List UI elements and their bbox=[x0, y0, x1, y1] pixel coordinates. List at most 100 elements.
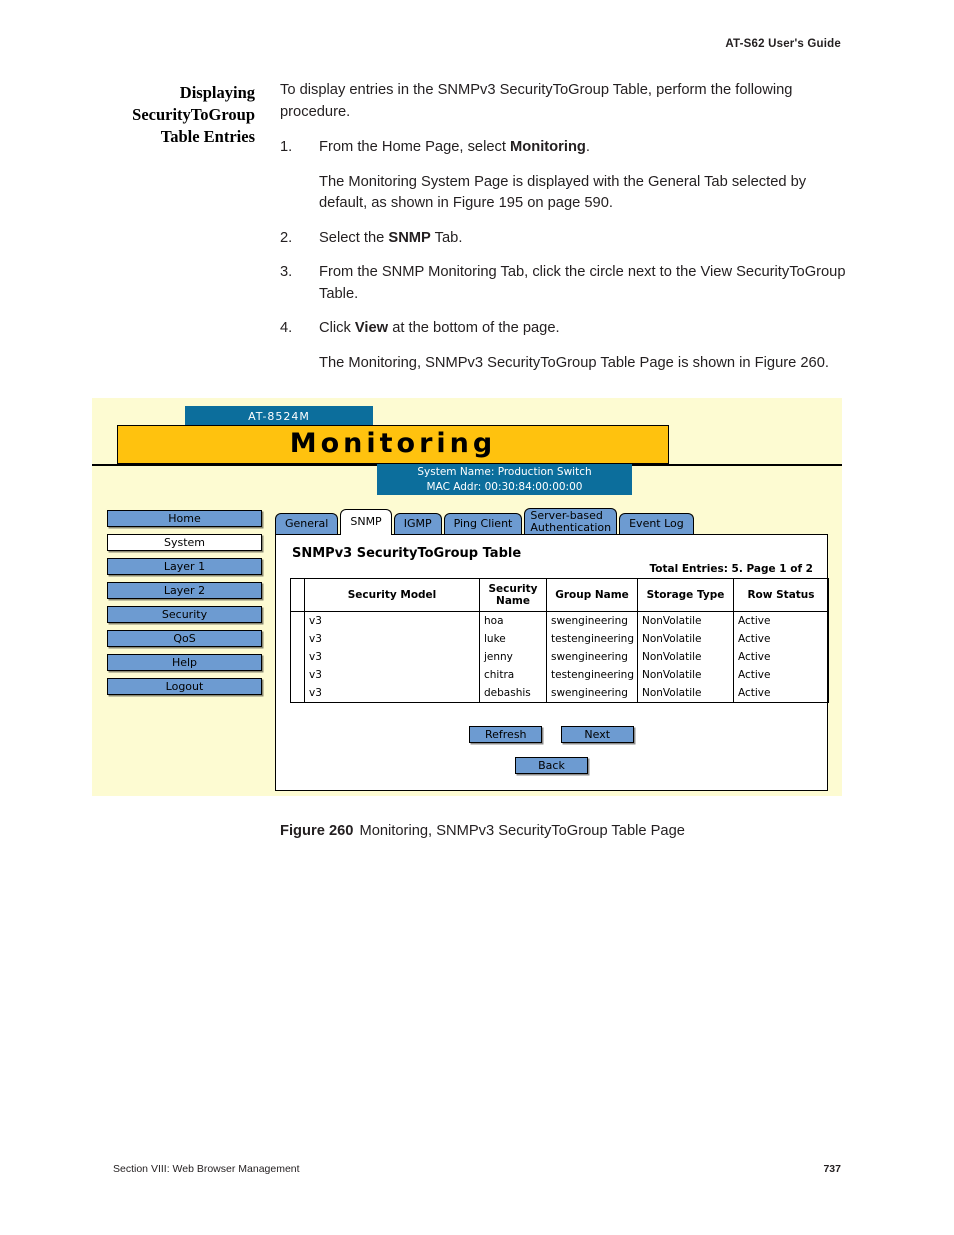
side-heading-line-1: Displaying bbox=[179, 83, 255, 102]
back-button[interactable]: Back bbox=[515, 757, 588, 774]
tab-ping-client[interactable]: Ping Client bbox=[443, 513, 523, 535]
cell-security-model: v3 bbox=[304, 630, 480, 648]
cell-group-name: swengineering bbox=[546, 648, 638, 666]
step-2-number: 2. bbox=[280, 229, 293, 246]
sidebar-item-home[interactable]: Home bbox=[107, 510, 262, 527]
footer-section-label: Section VIII: Web Browser Management bbox=[113, 1163, 300, 1175]
cell-group-name: swengineering bbox=[546, 684, 638, 703]
step-1: 1. From the Home Page, select Monitoring… bbox=[280, 137, 850, 159]
step-1-bold: Monitoring bbox=[510, 139, 586, 155]
sidebar-nav: Home System Layer 1 Layer 2 Security QoS… bbox=[107, 510, 262, 702]
cell-storage-type: NonVolatile bbox=[637, 666, 734, 684]
panel-title: SNMPv3 SecurityToGroup Table bbox=[292, 546, 522, 561]
secondary-button-row: Back bbox=[290, 756, 813, 774]
cell-security-name: luke bbox=[479, 630, 547, 648]
tab-panel-area: General SNMP IGMP Ping Client Server-bas… bbox=[275, 508, 829, 791]
cell-security-name: chitra bbox=[479, 666, 547, 684]
app-title-text: Monitoring bbox=[289, 428, 497, 459]
step-3-number: 3. bbox=[280, 264, 293, 280]
table-row[interactable]: v3 chitra testengineering NonVolatile Ac… bbox=[290, 666, 829, 684]
refresh-button[interactable]: Refresh bbox=[469, 726, 543, 743]
security-to-group-table: Security Model Security Name Group Name … bbox=[290, 578, 829, 703]
column-header-row-status: Row Status bbox=[733, 578, 829, 612]
table-row[interactable]: v3 debashis swengineering NonVolatile Ac… bbox=[290, 684, 829, 703]
cell-security-model: v3 bbox=[304, 648, 480, 666]
cell-row-status: Active bbox=[733, 611, 829, 630]
column-header-storage-type: Storage Type bbox=[637, 578, 734, 612]
cell-storage-type: NonVolatile bbox=[637, 648, 734, 666]
cell-security-name: hoa bbox=[479, 611, 547, 630]
primary-button-row: Refresh Next bbox=[290, 725, 813, 743]
side-heading-line-3: Table Entries bbox=[160, 127, 255, 146]
sidebar-item-help[interactable]: Help bbox=[107, 654, 262, 671]
cell-row-status: Active bbox=[733, 684, 829, 703]
step-3-text: From the SNMP Monitoring Tab, click the … bbox=[319, 264, 846, 302]
tab-server-based-authentication[interactable]: Server-based Authentication bbox=[524, 508, 618, 535]
step-4-number: 4. bbox=[280, 320, 293, 336]
total-entries-text: Total Entries: 5. Page 1 of 2 bbox=[649, 563, 813, 575]
figure-caption-text: Monitoring, SNMPv3 SecurityToGroup Table… bbox=[359, 823, 685, 839]
column-header-group-name: Group Name bbox=[546, 578, 638, 612]
sidebar-item-layer-2[interactable]: Layer 2 bbox=[107, 582, 262, 599]
tab-igmp[interactable]: IGMP bbox=[393, 513, 442, 535]
figure-caption: Figure 260 Monitoring, SNMPv3 SecurityToG… bbox=[280, 823, 880, 839]
step-4: 4. Click View at the bottom of the page. bbox=[280, 318, 850, 340]
cell-select[interactable] bbox=[290, 630, 305, 648]
step-4-text-after: at the bottom of the page. bbox=[388, 320, 560, 336]
cell-security-name: jenny bbox=[479, 648, 547, 666]
sidebar-item-system[interactable]: System bbox=[107, 534, 262, 551]
table-row[interactable]: v3 hoa swengineering NonVolatile Active bbox=[290, 611, 829, 630]
cell-row-status: Active bbox=[733, 630, 829, 648]
next-button[interactable]: Next bbox=[560, 726, 634, 743]
app-title-banner: Monitoring bbox=[117, 425, 669, 464]
cell-security-model: v3 bbox=[304, 611, 480, 630]
table-row[interactable]: v3 luke testengineering NonVolatile Acti… bbox=[290, 630, 829, 648]
tab-general[interactable]: General bbox=[275, 513, 339, 535]
cell-row-status: Active bbox=[733, 666, 829, 684]
cell-storage-type: NonVolatile bbox=[637, 630, 734, 648]
column-header-security-model: Security Model bbox=[304, 578, 480, 612]
step-1-text-after: . bbox=[585, 139, 590, 155]
intro-line-1: To display entries in the SNMPv3 Securit… bbox=[280, 82, 732, 98]
intro-paragraph: To display entries in the SNMPv3 Securit… bbox=[280, 80, 850, 123]
body-column: To display entries in the SNMPv3 Securit… bbox=[280, 80, 850, 387]
cell-row-status: Active bbox=[733, 648, 829, 666]
device-model-tab: AT-8524M bbox=[185, 406, 373, 427]
figure-caption-label: Figure 260 bbox=[280, 823, 354, 839]
column-header-select bbox=[290, 578, 305, 612]
side-heading-line-2: SecurityToGroup bbox=[132, 105, 255, 124]
sidebar-item-logout[interactable]: Logout bbox=[107, 678, 262, 695]
step-1-number: 1. bbox=[280, 139, 293, 155]
step-2-text: Select the bbox=[319, 229, 389, 246]
step-3: 3. From the SNMP Monitoring Tab, click t… bbox=[280, 262, 850, 305]
step-2-text-after: Tab. bbox=[430, 229, 463, 246]
cell-security-model: v3 bbox=[304, 684, 480, 703]
step-1-result: The Monitoring System Page is displayed … bbox=[319, 173, 807, 212]
column-header-security-name: Security Name bbox=[479, 578, 547, 612]
cell-select[interactable] bbox=[290, 611, 305, 630]
step-2: 2. Select the SNMP Tab. bbox=[280, 228, 850, 250]
sidebar-item-layer-1[interactable]: Layer 1 bbox=[107, 558, 262, 575]
tab-bar: General SNMP IGMP Ping Client Server-bas… bbox=[275, 508, 828, 535]
content-panel: SNMPv3 SecurityToGroup Table Total Entri… bbox=[275, 534, 829, 791]
tab-server-based-line-2: Authentication bbox=[530, 521, 612, 534]
table-header-row: Security Model Security Name Group Name … bbox=[290, 578, 829, 612]
system-name-text: System Name: Production Switch bbox=[417, 466, 592, 478]
footer-page-number: 737 bbox=[823, 1163, 841, 1175]
sidebar-item-qos[interactable]: QoS bbox=[107, 630, 262, 647]
step-4-bold: View bbox=[354, 320, 389, 336]
cell-storage-type: NonVolatile bbox=[637, 611, 734, 630]
cell-select[interactable] bbox=[290, 648, 305, 666]
sidebar-item-security[interactable]: Security bbox=[107, 606, 262, 623]
cell-security-model: v3 bbox=[304, 666, 480, 684]
cell-security-name: debashis bbox=[479, 684, 547, 703]
tab-snmp[interactable]: SNMP bbox=[340, 509, 392, 535]
running-head: AT-S62 User's Guide bbox=[725, 38, 841, 50]
tab-event-log[interactable]: Event Log bbox=[619, 513, 694, 535]
section-side-heading: Displaying SecurityToGroup Table Entries bbox=[92, 82, 255, 148]
cell-select[interactable] bbox=[290, 666, 305, 684]
table-row[interactable]: v3 jenny swengineering NonVolatile Activ… bbox=[290, 648, 829, 666]
cell-select[interactable] bbox=[290, 684, 305, 703]
step-2-bold: SNMP bbox=[388, 229, 431, 246]
figure-screenshot: AT-8524M Monitoring System Name: Product… bbox=[92, 398, 842, 796]
